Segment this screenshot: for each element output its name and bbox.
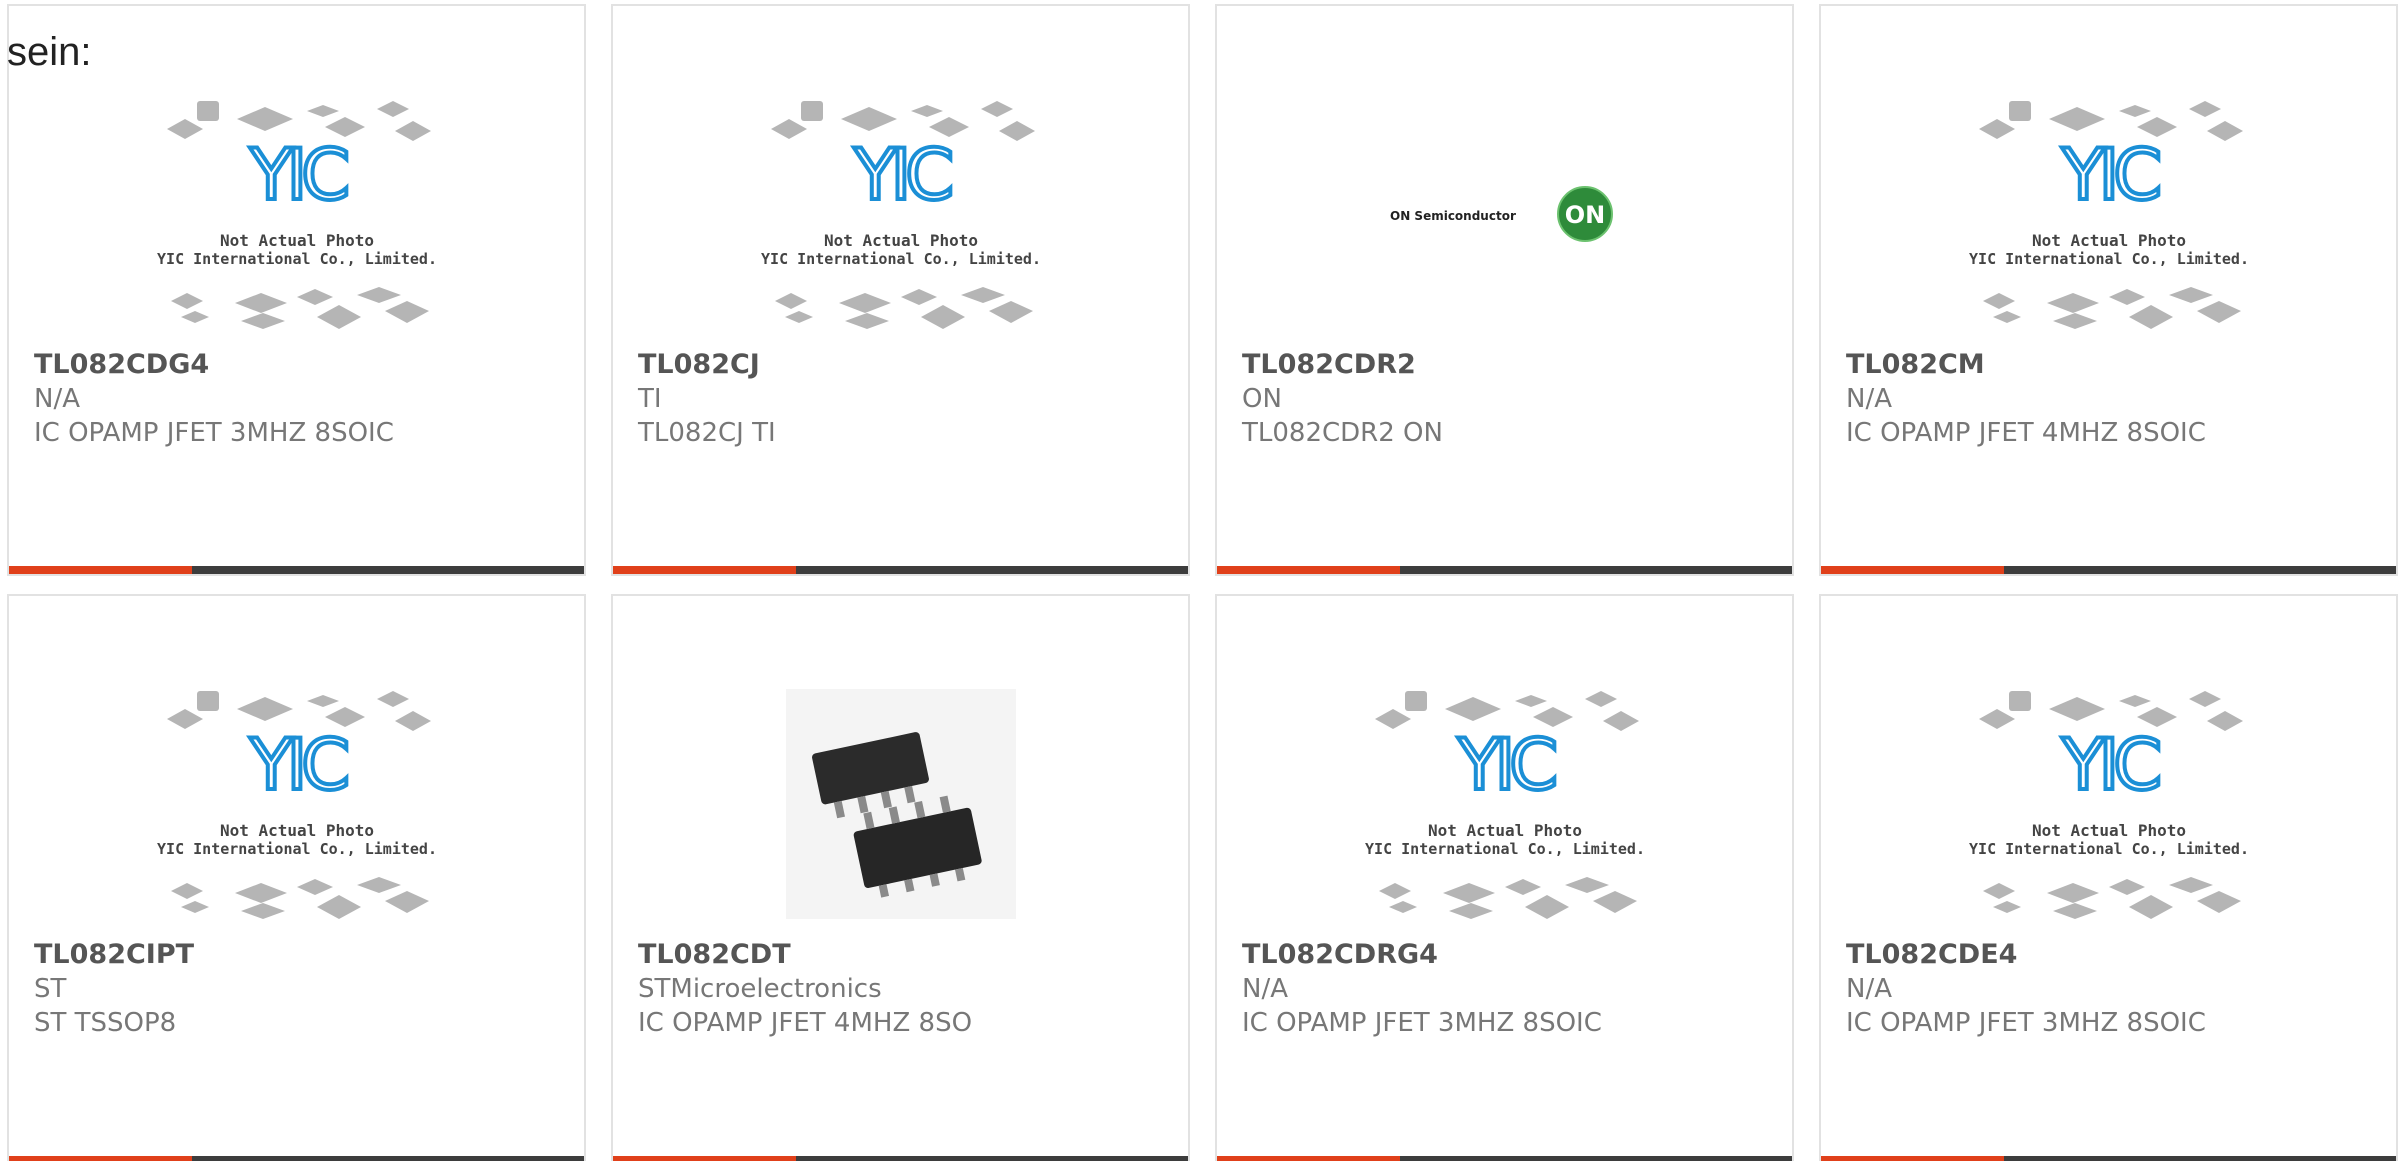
manufacturer: ON <box>1242 384 1282 414</box>
product-info: TL082CDR2 ON TL082CDR2 ON <box>1242 348 1772 450</box>
yic-placeholder-graphic: YIC Not Actual Photo YIC International C… <box>1969 101 2249 329</box>
card-bottom-bar <box>1217 566 1792 574</box>
svg-text:ON: ON <box>1564 201 1605 229</box>
svg-text:YIC International Co., Limited: YIC International Co., Limited. <box>1969 840 2249 858</box>
card-bottom-bar <box>613 566 1188 574</box>
card-accent <box>1821 1156 2004 1161</box>
description: TL082CJ TI <box>638 418 776 448</box>
on-semiconductor-logo-image[interactable]: ON Semiconductor ON <box>1217 84 1792 344</box>
product-info: TL082CDT STMicroelectronics IC OPAMP JFE… <box>638 938 1168 1040</box>
manufacturer: TI <box>638 384 662 414</box>
yic-placeholder-graphic: YIC Not Actual Photo YIC International C… <box>761 101 1041 329</box>
description: IC OPAMP JFET 4MHZ 8SO <box>638 1008 973 1038</box>
product-card[interactable]: TL082CDT STMicroelectronics IC OPAMP JFE… <box>611 594 1190 1161</box>
svg-text:Not Actual Photo: Not Actual Photo <box>1427 821 1581 840</box>
part-number-link[interactable]: TL082CIPT <box>34 938 564 972</box>
product-grid-page: sein: YIC Not Actual Photo YIC Internati… <box>0 0 2400 1161</box>
svg-text:Not Actual Photo: Not Actual Photo <box>823 231 977 250</box>
intro-text: sein: <box>7 30 92 74</box>
svg-text:Not Actual Photo: Not Actual Photo <box>219 821 373 840</box>
product-card[interactable]: YIC Not Actual Photo YIC International C… <box>7 4 586 576</box>
card-accent <box>613 566 796 574</box>
yic-placeholder-graphic: YIC Not Actual Photo YIC International C… <box>157 691 437 919</box>
yic-placeholder-image[interactable]: YIC Not Actual Photo YIC International C… <box>1821 84 2396 344</box>
description: IC OPAMP JFET 3MHZ 8SOIC <box>1242 1008 1602 1038</box>
card-bottom-bar <box>9 1156 584 1161</box>
svg-text:YIC International Co., Limited: YIC International Co., Limited. <box>761 250 1041 268</box>
product-info: TL082CJ TI TL082CJ TI <box>638 348 1168 450</box>
svg-text:YIC International Co., Limited: YIC International Co., Limited. <box>1969 250 2249 268</box>
manufacturer: STMicroelectronics <box>638 974 882 1004</box>
part-number-link[interactable]: TL082CDG4 <box>34 348 564 382</box>
product-card[interactable]: YIC Not Actual Photo YIC International C… <box>1819 594 2398 1161</box>
card-accent <box>9 1156 192 1161</box>
description: IC OPAMP JFET 3MHZ 8SOIC <box>1846 1008 2206 1038</box>
product-card[interactable]: ON Semiconductor ON TL082CDR2 ON TL082CD… <box>1215 4 1794 576</box>
card-bottom-bar <box>1821 566 2396 574</box>
part-number-link[interactable]: TL082CDRG4 <box>1242 938 1772 972</box>
card-accent <box>613 1156 796 1161</box>
yic-placeholder-image[interactable]: YIC Not Actual Photo YIC International C… <box>9 674 584 934</box>
card-accent <box>1821 566 2004 574</box>
product-info: TL082CDE4 N/A IC OPAMP JFET 3MHZ 8SOIC <box>1846 938 2376 1040</box>
manufacturer: N/A <box>1242 974 1288 1004</box>
yic-placeholder-image[interactable]: YIC Not Actual Photo YIC International C… <box>613 84 1188 344</box>
card-bottom-bar <box>613 1156 1188 1161</box>
product-info: TL082CIPT ST ST TSSOP8 <box>34 938 564 1040</box>
card-accent <box>1217 566 1400 574</box>
description: IC OPAMP JFET 4MHZ 8SOIC <box>1846 418 2206 448</box>
description: ST TSSOP8 <box>34 1008 177 1038</box>
product-info: TL082CM N/A IC OPAMP JFET 4MHZ 8SOIC <box>1846 348 2376 450</box>
svg-text:YIC International Co., Limited: YIC International Co., Limited. <box>1365 840 1645 858</box>
svg-text:Not Actual Photo: Not Actual Photo <box>2031 231 2185 250</box>
yic-placeholder-image[interactable]: YIC Not Actual Photo YIC International C… <box>1217 674 1792 934</box>
card-accent <box>1217 1156 1400 1161</box>
product-card[interactable]: YIC Not Actual Photo YIC International C… <box>611 4 1190 576</box>
part-number-link[interactable]: TL082CDE4 <box>1846 938 2376 972</box>
yic-placeholder-graphic: YIC Not Actual Photo YIC International C… <box>1969 691 2249 919</box>
svg-text:YIC: YIC <box>1456 724 1554 806</box>
description: IC OPAMP JFET 3MHZ 8SOIC <box>34 418 394 448</box>
card-bottom-bar <box>1821 1156 2396 1161</box>
manufacturer: ST <box>34 974 67 1004</box>
svg-text:YIC International Co., Limited: YIC International Co., Limited. <box>157 840 437 858</box>
product-info: TL082CDRG4 N/A IC OPAMP JFET 3MHZ 8SOIC <box>1242 938 1772 1040</box>
product-info: TL082CDG4 N/A IC OPAMP JFET 3MHZ 8SOIC <box>34 348 564 450</box>
product-card[interactable]: YIC Not Actual Photo YIC International C… <box>1819 4 2398 576</box>
on-semiconductor-logo: ON Semiconductor ON <box>1390 186 1613 242</box>
yic-placeholder-image[interactable]: YIC Not Actual Photo YIC International C… <box>1821 674 2396 934</box>
description: TL082CDR2 ON <box>1242 418 1443 448</box>
manufacturer: N/A <box>34 384 80 414</box>
soic-chip-graphic <box>785 689 1016 919</box>
card-bottom-bar <box>1217 1156 1792 1161</box>
part-number-link[interactable]: TL082CDT <box>638 938 1168 972</box>
manufacturer: N/A <box>1846 384 1892 414</box>
card-accent <box>9 566 192 574</box>
svg-text:YIC: YIC <box>248 724 346 806</box>
svg-text:YIC: YIC <box>2060 724 2158 806</box>
yic-placeholder-graphic: YIC Not Actual Photo YIC International C… <box>1365 691 1645 919</box>
svg-text:ON Semiconductor: ON Semiconductor <box>1390 209 1516 223</box>
part-number-link[interactable]: TL082CJ <box>638 348 1168 382</box>
svg-text:Not Actual Photo: Not Actual Photo <box>219 231 373 250</box>
svg-text:YIC: YIC <box>852 134 950 216</box>
product-card[interactable]: YIC Not Actual Photo YIC International C… <box>1215 594 1794 1161</box>
soic-chip-photo[interactable] <box>613 674 1188 934</box>
part-number-link[interactable]: TL082CDR2 <box>1242 348 1772 382</box>
product-card[interactable]: YIC Not Actual Photo YIC International C… <box>7 594 586 1161</box>
card-bottom-bar <box>9 566 584 574</box>
svg-text:YIC International Co., Limited: YIC International Co., Limited. <box>157 250 437 268</box>
manufacturer: N/A <box>1846 974 1892 1004</box>
yic-placeholder-graphic: YIC Not Actual Photo YIC International C… <box>157 101 437 329</box>
svg-text:YIC: YIC <box>248 134 346 216</box>
part-number-link[interactable]: TL082CM <box>1846 348 2376 382</box>
yic-placeholder-image[interactable]: YIC Not Actual Photo YIC International C… <box>9 84 584 344</box>
svg-text:YIC: YIC <box>2060 134 2158 216</box>
svg-text:Not Actual Photo: Not Actual Photo <box>2031 821 2185 840</box>
